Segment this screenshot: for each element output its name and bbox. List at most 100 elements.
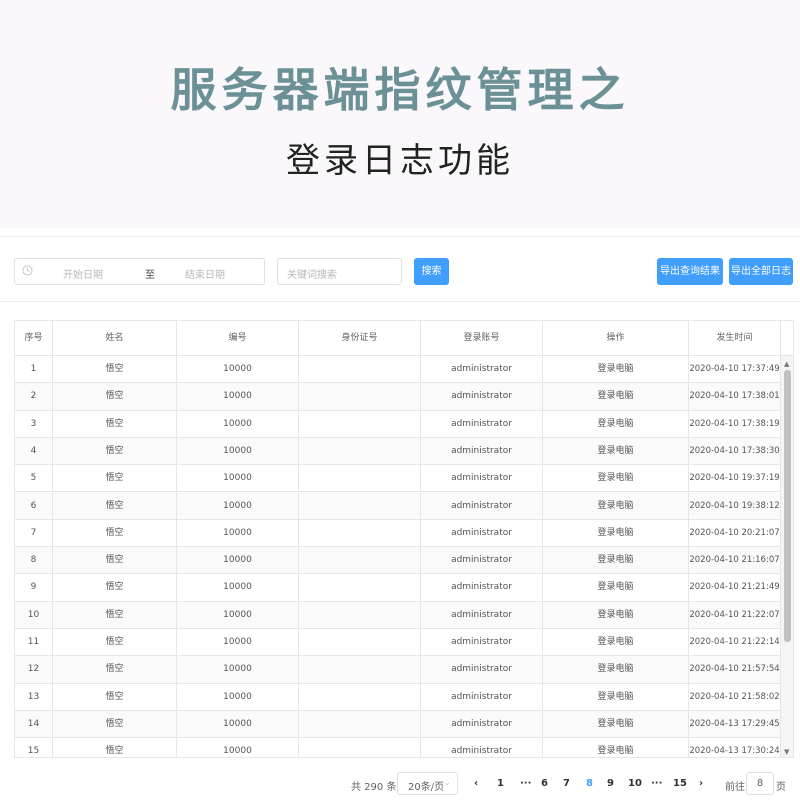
cell-col-time: 2020-04-10 19:38:12 [689, 492, 781, 519]
table-row[interactable]: 5 悟空 10000 administrator 登录电脑 2020-04-10 19:3… [15, 465, 781, 493]
table-row[interactable]: 9 悟空 10000 administrator 登录电脑 2020-04-10 21:2… [15, 574, 781, 602]
next-page-button[interactable]: › [699, 778, 703, 789]
table-row[interactable]: 15 悟空 10000 administrator 登录电脑 2020-04-13 17:… [15, 738, 781, 757]
cell-col-action: 登录电脑 [543, 465, 689, 492]
table-row[interactable]: 2 悟空 10000 administrator 登录电脑 2020-04-10 17:3… [15, 383, 781, 411]
cell-col-account: administrator [421, 574, 543, 601]
cell-col-name: 悟空 [53, 492, 177, 519]
cell-col-action: 登录电脑 [543, 383, 689, 410]
page-number-button[interactable]: 10 [628, 778, 642, 789]
date-range-picker[interactable]: 开始日期 至 结束日期 [14, 258, 265, 285]
cell-col-time: 2020-04-10 17:37:49 [689, 356, 781, 383]
cell-col-account: administrator [421, 683, 543, 710]
page-number-button[interactable]: 8 [586, 778, 593, 789]
page-number-button[interactable]: 7 [563, 778, 570, 789]
cell-col-account: administrator [421, 383, 543, 410]
cell-col-number: 10000 [177, 492, 299, 519]
prev-page-button[interactable]: ‹ [474, 778, 478, 789]
page-number-button[interactable]: 1 [497, 778, 504, 789]
log-panel: 开始日期 至 结束日期 关键词搜索 搜索 导出查询结果 导出全部日志 序号 姓名编… [0, 236, 800, 800]
page-ellipsis[interactable]: ··· [520, 778, 531, 789]
table-row[interactable]: 7 悟空 10000 administrator 登录电脑 2020-04-10 20:2… [15, 519, 781, 548]
cell-col-id-card [299, 547, 421, 574]
cell-col-number: 10000 [177, 437, 299, 465]
cell-col-action: 登录电脑 [543, 629, 689, 656]
table-row[interactable]: 1 悟空 10000 administrator 登录电脑 2020-04-10 17:3… [15, 356, 781, 384]
chevron-down-icon: ⌄ [443, 778, 451, 788]
cell-col-action: 登录电脑 [543, 738, 689, 757]
scroll-thumb[interactable] [784, 370, 791, 642]
cell-col-time: 2020-04-10 17:38:30 [689, 437, 781, 465]
cell-col-action: 登录电脑 [543, 683, 689, 710]
range-separator: 至 [145, 270, 155, 281]
page-ellipsis[interactable]: ··· [651, 778, 662, 789]
cell-col-number: 10000 [177, 383, 299, 410]
cell-col-number: 10000 [177, 410, 299, 437]
goto-label: 前往 [725, 782, 745, 793]
cell-col-number: 10000 [177, 738, 299, 757]
cell-col-number: 10000 [177, 629, 299, 656]
table-row[interactable]: 10 悟空 10000 administrator 登录电脑 2020-04-10 21:… [15, 601, 781, 629]
goto-page-input[interactable]: 8 [746, 772, 774, 795]
cell-col-action: 登录电脑 [543, 656, 689, 683]
page-number-button[interactable]: 15 [673, 778, 687, 789]
table-row[interactable]: 4 悟空 10000 administrator 登录电脑 2020-04-10 17:3… [15, 437, 781, 466]
cell-col-id-card [299, 574, 421, 601]
table-row[interactable]: 12 悟空 10000 administrator 登录电脑 2020-04-10 21:… [15, 656, 781, 684]
export-query-button[interactable]: 导出查询结果 [657, 258, 723, 285]
cell-col-index: 3 [15, 410, 53, 437]
table-scrollbar[interactable]: ▲ ▼ [781, 356, 793, 757]
cell-col-index: 6 [15, 492, 53, 519]
cell-col-account: administrator [421, 465, 543, 492]
cell-col-index: 5 [15, 465, 53, 492]
cell-col-index: 4 [15, 437, 53, 465]
header-col-id-card: 身份证号 [299, 321, 421, 355]
cell-col-number: 10000 [177, 656, 299, 683]
header-col-account: 登录账号 [421, 321, 543, 355]
cell-col-time: 2020-04-10 17:38:01 [689, 383, 781, 410]
page-number-button[interactable]: 9 [607, 778, 614, 789]
table-row[interactable]: 14 悟空 10000 administrator 登录电脑 2020-04-13 17:… [15, 710, 781, 739]
cell-col-name: 悟空 [53, 410, 177, 437]
cell-col-name: 悟空 [53, 437, 177, 465]
cell-col-account: administrator [421, 601, 543, 628]
search-button[interactable]: 搜索 [414, 258, 449, 285]
page-size-select[interactable]: 20条/页 ⌄ [397, 772, 458, 795]
cell-col-index: 2 [15, 383, 53, 410]
cell-col-time: 2020-04-13 17:29:45 [689, 710, 781, 738]
cell-col-account: administrator [421, 710, 543, 738]
table-row[interactable]: 3 悟空 10000 administrator 登录电脑 2020-04-10 17:3… [15, 410, 781, 438]
export-all-button[interactable]: 导出全部日志 [729, 258, 793, 285]
cell-col-name: 悟空 [53, 683, 177, 710]
cell-col-id-card [299, 710, 421, 738]
cell-col-account: administrator [421, 410, 543, 437]
cell-col-id-card [299, 738, 421, 757]
cell-col-account: administrator [421, 656, 543, 683]
clock-icon [22, 265, 33, 276]
cell-col-time: 2020-04-10 21:57:54 [689, 656, 781, 683]
page-size-value: 20条/页 [408, 782, 445, 793]
scroll-up-icon[interactable]: ▲ [784, 360, 789, 368]
page-number-button[interactable]: 6 [541, 778, 548, 789]
end-date-input[interactable]: 结束日期 [185, 266, 225, 281]
toolbar-divider [0, 301, 800, 302]
keyword-search-input[interactable]: 关键词搜索 [277, 258, 402, 285]
cell-col-id-card [299, 601, 421, 628]
table-row[interactable]: 11 悟空 10000 administrator 登录电脑 2020-04-10 21:… [15, 629, 781, 657]
cell-col-number: 10000 [177, 519, 299, 547]
cell-col-action: 登录电脑 [543, 410, 689, 437]
table-row[interactable]: 13 悟空 10000 administrator 登录电脑 2020-04-10 21:… [15, 683, 781, 711]
cell-col-id-card [299, 519, 421, 547]
table-row[interactable]: 6 悟空 10000 administrator 登录电脑 2020-04-10 19:3… [15, 492, 781, 520]
cell-col-time: 2020-04-10 21:22:07 [689, 601, 781, 628]
cell-col-id-card [299, 629, 421, 656]
cell-col-index: 15 [15, 738, 53, 757]
scroll-down-icon[interactable]: ▼ [784, 748, 789, 756]
cell-col-time: 2020-04-10 21:21:49 [689, 574, 781, 601]
table-row[interactable]: 8 悟空 10000 administrator 登录电脑 2020-04-10 21:1… [15, 547, 781, 575]
cell-col-index: 12 [15, 656, 53, 683]
start-date-input[interactable]: 开始日期 [63, 266, 103, 281]
cell-col-action: 登录电脑 [543, 519, 689, 547]
cell-col-action: 登录电脑 [543, 601, 689, 628]
cell-col-action: 登录电脑 [543, 710, 689, 738]
